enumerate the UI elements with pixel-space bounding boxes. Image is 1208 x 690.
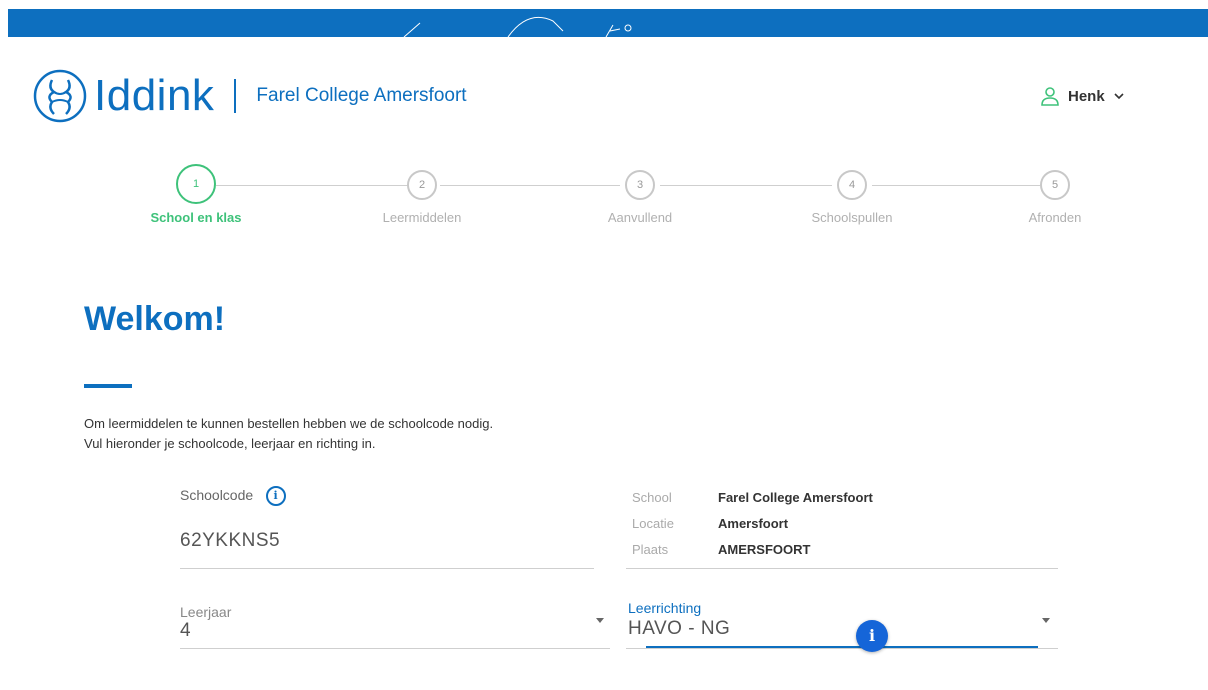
school-info: School Farel College Amersfoort Locatie …	[632, 484, 873, 562]
logo-divider	[234, 79, 237, 113]
school-info-row: School Farel College Amersfoort	[632, 484, 873, 510]
school-info-value: Farel College Amersfoort	[718, 489, 873, 505]
leerjaar-select[interactable]: 4	[180, 620, 600, 642]
banner-decoration	[403, 17, 632, 37]
info-icon[interactable]: i	[856, 620, 888, 652]
page-title: Welkom!	[84, 300, 226, 338]
logo-wordmark: Iddink	[94, 71, 215, 120]
schoolcode-field-label-row: Schoolcode i	[180, 486, 286, 506]
leerrichting-focus-underline	[646, 646, 1038, 648]
iddink-logo[interactable]: Iddink Farel College Amersfoort	[32, 68, 467, 124]
step-schoolspullen[interactable]: 4 Schoolspullen	[782, 170, 922, 225]
step-number: 2	[407, 170, 437, 200]
leerjaar-underline	[180, 648, 610, 649]
header: Iddink Farel College Amersfoort Henk	[0, 60, 1208, 140]
schoolcode-input[interactable]: 62YKKNS5	[180, 530, 590, 552]
school-info-row: Locatie Amersfoort	[632, 510, 873, 536]
schoolcode-underline	[180, 568, 594, 569]
step-number: 1	[176, 164, 216, 204]
user-icon	[1041, 87, 1059, 106]
school-info-value: AMERSFOORT	[718, 541, 811, 557]
step-number: 4	[837, 170, 867, 200]
info-icon[interactable]: i	[265, 486, 286, 506]
top-banner	[8, 9, 1208, 37]
step-afronden[interactable]: 5 Afronden	[985, 170, 1125, 225]
schoolcode-label: Schoolcode	[180, 487, 254, 504]
leerjaar-dropdown-arrow-icon[interactable]	[596, 618, 604, 623]
intro-line: Om leermiddelen te kunnen bestellen hebb…	[84, 416, 494, 431]
step-leermiddelen[interactable]: 2 Leermiddelen	[352, 170, 492, 225]
user-name: Henk	[1068, 87, 1105, 105]
step-school-en-klas[interactable]: 1 School en klas	[126, 164, 266, 225]
step-label: Schoolspullen	[811, 210, 893, 225]
step-label: Aanvullend	[607, 210, 673, 225]
intro-line: Vul hieronder je schoolcode, leerjaar en…	[84, 436, 376, 451]
step-aanvullend[interactable]: 3 Aanvullend	[570, 170, 710, 225]
intro-text: Om leermiddelen te kunnen bestellen hebb…	[84, 414, 493, 454]
school-name: Farel College Amersfoort	[256, 85, 467, 106]
school-info-value: Amersfoort	[718, 515, 789, 531]
leerjaar-label: Leerjaar	[180, 604, 232, 620]
user-menu[interactable]: Henk	[1040, 86, 1125, 106]
step-label: School en klas	[150, 210, 242, 225]
step-number: 5	[1040, 170, 1070, 200]
progress-stepper: 1 School en klas 2 Leermiddelen 3 Aanvul…	[0, 164, 1208, 250]
school-info-underline	[626, 568, 1058, 569]
leerrichting-dropdown-arrow-icon[interactable]	[1042, 618, 1050, 623]
title-underline	[84, 384, 132, 388]
school-info-key: School	[632, 489, 672, 505]
iddink-logo-icon	[33, 69, 87, 123]
leerrichting-select[interactable]: HAVO - NG	[628, 618, 1048, 640]
step-number: 3	[625, 170, 655, 200]
step-label: Afronden	[1028, 210, 1082, 225]
school-info-key: Locatie	[632, 515, 674, 531]
school-info-row: Plaats AMERSFOORT	[632, 536, 873, 562]
leerrichting-label: Leerrichting	[628, 600, 702, 616]
school-info-key: Plaats	[632, 541, 669, 557]
leerrichting-underline	[626, 648, 1058, 649]
step-label: Leermiddelen	[382, 210, 462, 225]
chevron-down-icon	[1114, 93, 1124, 100]
